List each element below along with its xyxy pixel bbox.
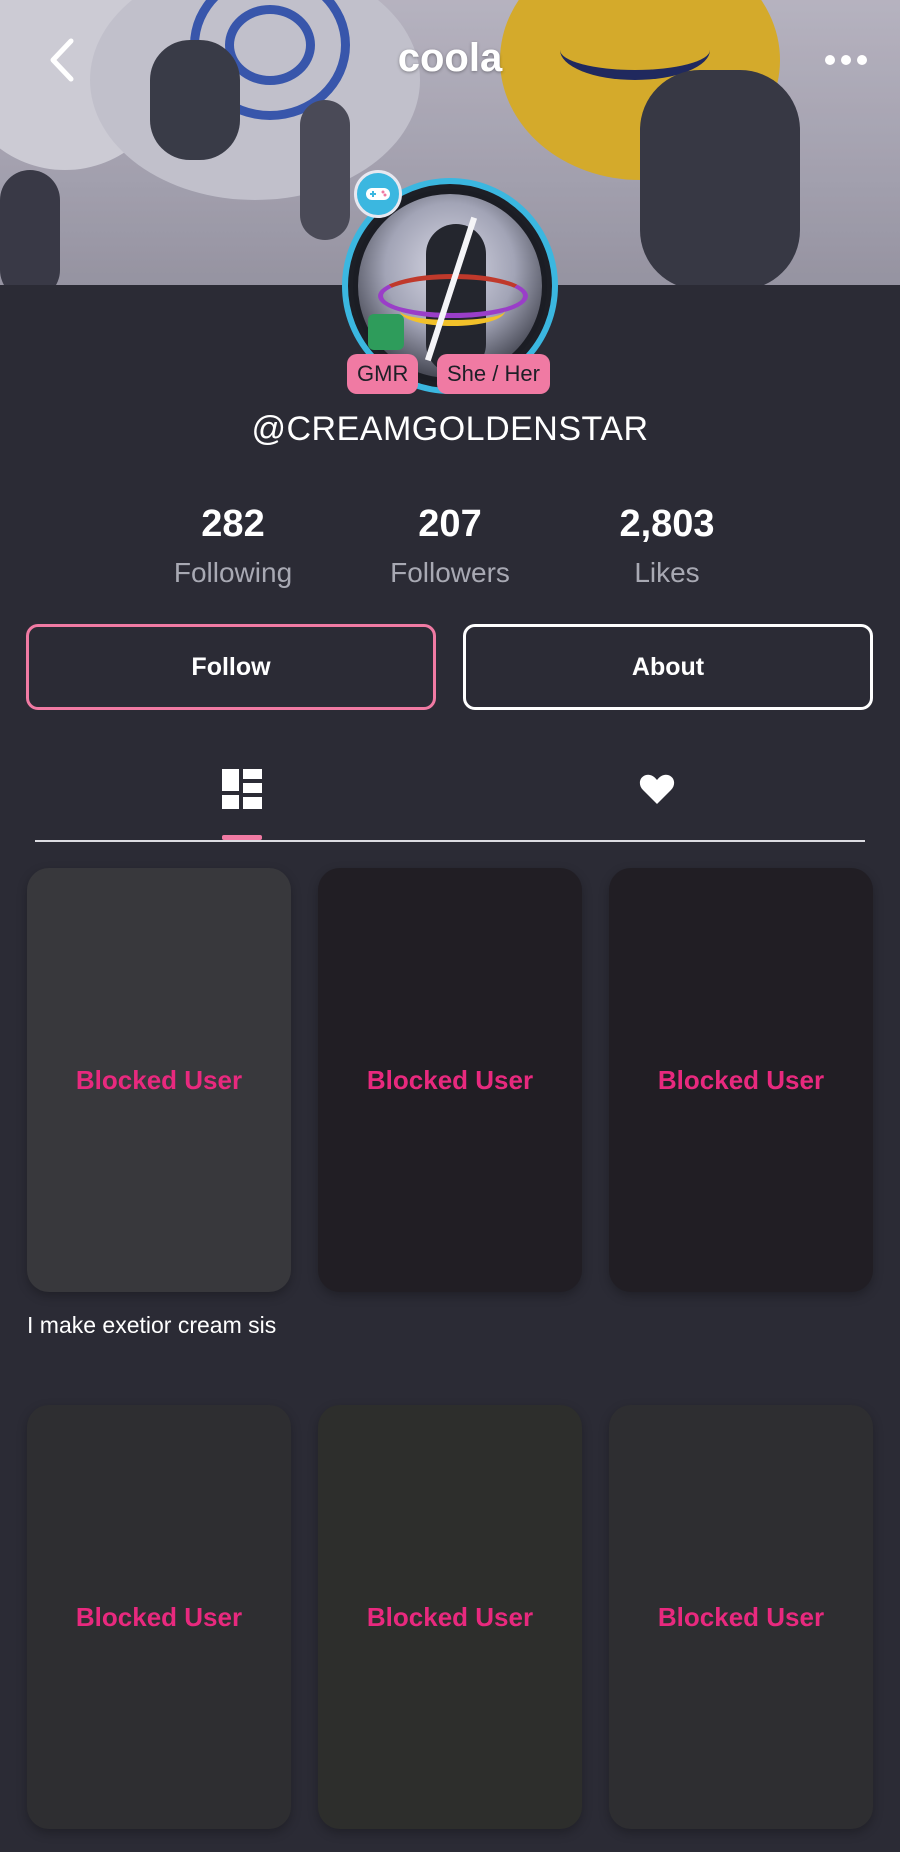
post-card[interactable]: Blocked User — [318, 1405, 582, 1829]
page-title: coola — [397, 36, 503, 80]
followers-label: Followers — [390, 557, 510, 588]
role-tag: GMR — [347, 354, 419, 394]
post-card[interactable]: Blocked User — [27, 1405, 291, 1829]
following-label: Following — [173, 557, 293, 588]
active-tab-indicator — [222, 835, 262, 840]
likes-count: 2,803 — [619, 503, 715, 545]
back-button[interactable] — [40, 30, 84, 90]
gamepad-badge-icon — [354, 170, 402, 218]
followers-count: 207 — [418, 503, 482, 545]
chevron-left-icon — [50, 38, 74, 82]
profile-stats: 282 Following 207 Followers 2,803 Likes — [0, 500, 900, 600]
about-button[interactable]: About — [463, 624, 873, 710]
likes-label: Likes — [634, 557, 700, 588]
following-count: 282 — [201, 503, 265, 545]
post-card[interactable]: Blocked User — [609, 868, 873, 1292]
stat-followers[interactable]: 207 Followers — [350, 500, 550, 593]
grid-icon — [222, 769, 262, 809]
more-options-button[interactable] — [818, 38, 874, 82]
content-tabs — [35, 740, 865, 842]
ellipsis-icon — [825, 55, 867, 65]
post-card[interactable]: Blocked User — [318, 868, 582, 1292]
stat-following[interactable]: 282 Following — [133, 500, 333, 593]
username-handle: @CREAMGOLDENSTAR — [251, 410, 649, 448]
follow-button[interactable]: Follow — [26, 624, 436, 710]
heart-icon — [639, 774, 675, 804]
tab-liked[interactable] — [597, 740, 717, 838]
post-card[interactable]: Blocked User — [27, 868, 291, 1292]
post-card[interactable]: Blocked User — [609, 1405, 873, 1829]
tab-posts[interactable] — [182, 740, 302, 838]
stat-likes: 2,803 Likes — [567, 500, 767, 593]
post-caption: I make exetior cream sis — [27, 1312, 277, 1338]
pronouns-tag: She / Her — [437, 354, 550, 394]
